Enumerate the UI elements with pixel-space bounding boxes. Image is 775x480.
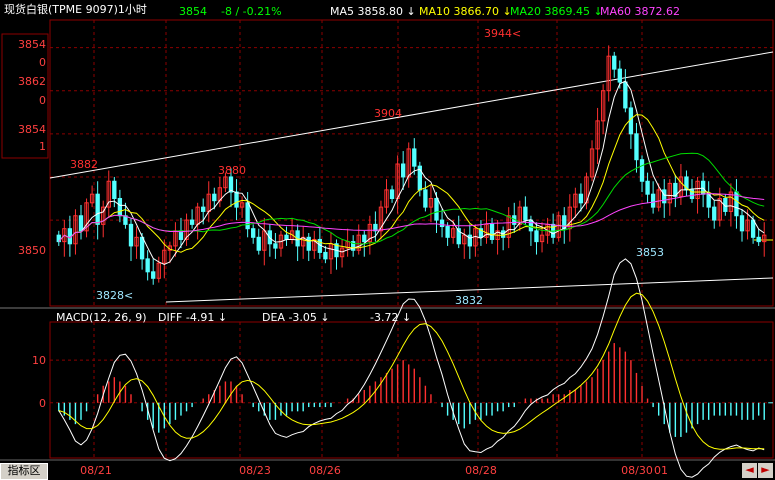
candle-body bbox=[251, 228, 256, 238]
price-tick: 0 bbox=[39, 94, 46, 107]
date-tick: 08/26 bbox=[309, 464, 341, 477]
candle-body bbox=[439, 219, 445, 228]
ma5-line bbox=[58, 80, 765, 266]
price-change: -8 / -0.21% bbox=[221, 5, 282, 18]
grid-lines bbox=[0, 19, 775, 461]
scroll-left-button[interactable]: ◄ bbox=[742, 463, 757, 478]
diff-label: DIFF -4.91 ↓ bbox=[158, 311, 228, 324]
candle-body bbox=[623, 81, 628, 109]
ma5-label: MA5 3858.80 ↓ bbox=[330, 5, 416, 18]
last-price: 3854 bbox=[179, 5, 207, 18]
candle-body bbox=[284, 234, 289, 240]
date-tick: 08/21 bbox=[80, 464, 112, 477]
macd-histogram bbox=[58, 343, 765, 437]
candle-body bbox=[612, 55, 617, 70]
candle-body bbox=[528, 219, 534, 232]
candle-body bbox=[467, 234, 472, 247]
indicator-tab[interactable]: 指标区 bbox=[0, 463, 48, 480]
price-tick: 0 bbox=[39, 56, 46, 69]
macd-tick: 10 bbox=[32, 354, 46, 367]
candle-body bbox=[412, 148, 417, 167]
candle-body bbox=[212, 193, 217, 202]
candle-body bbox=[650, 193, 656, 208]
candle-body bbox=[389, 189, 395, 199]
date-tick: 01 bbox=[654, 464, 668, 477]
price-tick: 3850 bbox=[18, 244, 46, 257]
candle-body bbox=[523, 206, 528, 221]
chart-canvas[interactable]: 3854 0 3862 0 3854 1 3850 10 0 08/21 08/23 08/26 08/… bbox=[0, 0, 775, 480]
price-annotation: 3882 bbox=[70, 158, 98, 171]
candle-body bbox=[139, 236, 145, 260]
candle-body bbox=[434, 198, 439, 221]
candle-body bbox=[273, 243, 278, 249]
diff-line bbox=[58, 258, 765, 478]
upper-trend-line bbox=[49, 51, 774, 179]
moving-average-lines bbox=[58, 80, 765, 266]
ma60-line bbox=[58, 193, 765, 242]
scroll-right-button[interactable]: ► bbox=[758, 463, 773, 478]
price-tick: 3854 bbox=[18, 123, 46, 136]
candle-body bbox=[739, 215, 745, 232]
candle-body bbox=[151, 271, 156, 279]
candle-body bbox=[534, 230, 539, 243]
candle-body bbox=[145, 258, 150, 273]
price-annotation: 3944< bbox=[484, 27, 521, 40]
price-tick: 3854 bbox=[18, 38, 46, 51]
candle-body bbox=[712, 206, 717, 221]
macd-value: -3.72 ↓ bbox=[370, 311, 412, 324]
ma10-label: MA10 3866.70 ↓ bbox=[419, 5, 512, 18]
price-annotation: 3880 bbox=[218, 164, 246, 177]
candle-body bbox=[578, 193, 584, 204]
candle-body bbox=[128, 223, 134, 247]
date-tick: 08/28 bbox=[465, 464, 497, 477]
price-tick: 1 bbox=[39, 140, 46, 153]
candle-body bbox=[95, 193, 100, 225]
candle-body bbox=[489, 223, 495, 240]
candle-body bbox=[117, 198, 123, 217]
ma60-label: MA60 3872.62 bbox=[600, 5, 680, 18]
candle-body bbox=[750, 219, 756, 238]
chart-title: 现货白银(TPME 9097)1小时 bbox=[4, 3, 147, 16]
candle-body bbox=[634, 133, 639, 161]
dea-label: DEA -3.05 ↓ bbox=[262, 311, 330, 324]
candle-body bbox=[423, 189, 428, 208]
date-tick: 08/30 bbox=[621, 464, 653, 477]
price-annotation: 3828< bbox=[96, 289, 133, 302]
candle-body bbox=[617, 68, 622, 83]
price-annotation: 3904 bbox=[374, 107, 402, 120]
date-tick: 08/23 bbox=[239, 464, 271, 477]
candle-body bbox=[645, 180, 650, 195]
candle-body bbox=[323, 251, 328, 260]
macd-tick: 0 bbox=[39, 397, 46, 410]
candle-body bbox=[639, 159, 645, 182]
ma20-label: MA20 3869.45 ↓ bbox=[510, 5, 603, 18]
candle-body bbox=[201, 206, 206, 212]
candle-body bbox=[112, 180, 117, 199]
price-tick: 3862 bbox=[18, 75, 46, 88]
candle-body bbox=[234, 191, 239, 208]
candle-body bbox=[306, 236, 311, 251]
ma10-line bbox=[58, 114, 765, 253]
candle-body bbox=[189, 219, 195, 225]
candle-body bbox=[756, 236, 761, 243]
price-annotation: 3832 bbox=[455, 294, 483, 307]
candle-body bbox=[362, 234, 367, 243]
macd-label: MACD(12, 26, 9) bbox=[56, 311, 147, 324]
candle-body bbox=[78, 215, 84, 232]
price-annotation: 3853 bbox=[636, 246, 664, 259]
candle-body bbox=[401, 163, 406, 178]
candle-body bbox=[256, 236, 261, 251]
candle-body bbox=[445, 226, 450, 238]
